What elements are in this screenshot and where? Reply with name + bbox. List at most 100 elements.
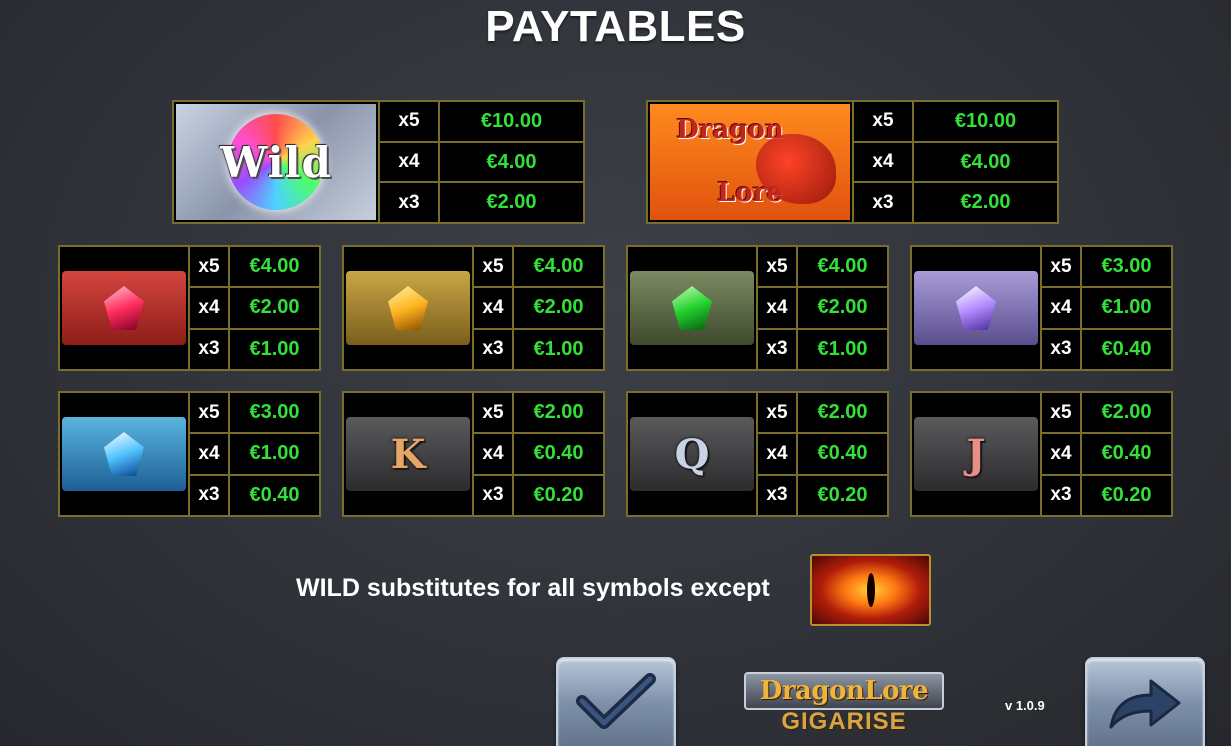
paytable-q: Q x5 €2.00 x4 €0.40 x3 €0.20 <box>626 391 889 517</box>
letter-j: J <box>966 430 986 478</box>
blue-gem-symbol <box>60 393 190 515</box>
version-label: v 1.0.9 <box>1005 698 1045 713</box>
paytable-yellow-gem: x5 €4.00 x4 €2.00 x3 €1.00 <box>342 245 605 371</box>
green-gem-icon <box>672 286 712 330</box>
multiplier: x5 <box>190 393 230 433</box>
pay-row: x3 €1.00 <box>758 329 887 369</box>
pay-row: x4 €0.40 <box>474 434 603 476</box>
multiplier: x4 <box>474 288 514 328</box>
next-button[interactable] <box>1085 657 1205 746</box>
payout: €0.40 <box>1101 337 1152 360</box>
multiplier: x5 <box>758 393 798 433</box>
multiplier: x3 <box>380 183 440 223</box>
multiplier: x5 <box>854 102 914 141</box>
pay-row: x4 €1.00 <box>190 434 319 476</box>
pay-row: x4 €2.00 <box>758 288 887 330</box>
blue-gem-icon <box>104 432 144 476</box>
pay-row: x3 €2.00 <box>380 183 583 223</box>
multiplier: x3 <box>758 329 798 369</box>
payout: €10.00 <box>480 109 543 132</box>
payout: €4.00 <box>533 255 584 278</box>
multiplier: x5 <box>1042 247 1082 287</box>
payout: €2.00 <box>533 296 584 319</box>
multiplier: x4 <box>758 288 798 328</box>
payout: €3.00 <box>249 401 300 424</box>
multiplier: x3 <box>190 475 230 515</box>
multiplier: x5 <box>758 247 798 287</box>
red-gem-symbol <box>60 247 190 369</box>
pay-row: x3 €1.00 <box>190 329 319 369</box>
multiplier: x4 <box>758 434 798 474</box>
pay-row: x5 €2.00 <box>1042 393 1171 435</box>
pay-row: x3 €0.40 <box>1042 329 1171 369</box>
payout: €1.00 <box>1101 296 1152 319</box>
payout: €4.00 <box>817 255 868 278</box>
q-symbol: Q <box>628 393 758 515</box>
multiplier: x3 <box>758 475 798 515</box>
payout: €2.00 <box>533 401 584 424</box>
confirm-button[interactable] <box>556 657 676 746</box>
payout: €4.00 <box>486 150 537 173</box>
payout: €4.00 <box>960 150 1011 173</box>
multiplier: x4 <box>380 142 440 182</box>
pay-row: x5 €4.00 <box>190 247 319 289</box>
payout: €0.40 <box>249 483 300 506</box>
multiplier: x5 <box>380 102 440 141</box>
payout: €2.00 <box>817 296 868 319</box>
wild-substitution-note: WILD substitutes for all symbols except <box>296 574 770 602</box>
multiplier: x5 <box>190 247 230 287</box>
payout: €2.00 <box>817 401 868 424</box>
multiplier: x3 <box>474 329 514 369</box>
payout: €10.00 <box>954 109 1017 132</box>
rainbow-orb-icon: Wild <box>220 114 331 210</box>
payout: €4.00 <box>249 255 300 278</box>
pay-row: x5 €2.00 <box>474 393 603 435</box>
pay-row: x4 €2.00 <box>190 288 319 330</box>
letter-k: K <box>390 430 426 478</box>
payout: €0.20 <box>817 483 868 506</box>
pay-row: x5 €10.00 <box>854 102 1057 143</box>
multiplier: x4 <box>854 142 914 182</box>
multiplier: x5 <box>474 247 514 287</box>
pay-row: x5 €3.00 <box>190 393 319 435</box>
multiplier: x5 <box>474 393 514 433</box>
payout: €2.00 <box>249 296 300 319</box>
payout: €2.00 <box>486 191 537 214</box>
paytable-purple-gem: x5 €3.00 x4 €1.00 x3 €0.40 <box>910 245 1173 371</box>
multiplier: x4 <box>1042 434 1082 474</box>
wild-label: Wild <box>220 137 332 187</box>
k-symbol: K <box>344 393 474 515</box>
pay-row: x5 €2.00 <box>758 393 887 435</box>
pay-row: x3 €1.00 <box>474 329 603 369</box>
multiplier: x3 <box>1042 475 1082 515</box>
multiplier: x3 <box>854 183 914 223</box>
pay-row: x5 €4.00 <box>474 247 603 289</box>
payout: €3.00 <box>1101 255 1152 278</box>
pay-row: x3 €0.20 <box>474 475 603 515</box>
pay-row: x4 €2.00 <box>474 288 603 330</box>
pay-row: x4 €0.40 <box>758 434 887 476</box>
payout: €0.20 <box>533 483 584 506</box>
multiplier: x5 <box>1042 393 1082 433</box>
arrow-right-icon <box>1109 679 1181 729</box>
pay-row: x4 €1.00 <box>1042 288 1171 330</box>
multiplier: x3 <box>474 475 514 515</box>
paytable-red-gem: x5 €4.00 x4 €2.00 x3 €1.00 <box>58 245 321 371</box>
letter-q: Q <box>674 430 710 478</box>
paytable-dragon-lore: Dragon Lore x5 €10.00 x4 €4.00 x3 €2.00 <box>646 100 1059 224</box>
pay-row: x4 €0.40 <box>1042 434 1171 476</box>
payout: €1.00 <box>533 337 584 360</box>
wild-symbol: Wild <box>174 102 380 222</box>
paytable-green-gem: x5 €4.00 x4 €2.00 x3 €1.00 <box>626 245 889 371</box>
purple-gem-symbol <box>912 247 1042 369</box>
dragon-eye-icon <box>810 554 931 626</box>
payout: €2.00 <box>1101 401 1152 424</box>
multiplier: x3 <box>190 329 230 369</box>
payout: €0.20 <box>1101 483 1152 506</box>
payout: €2.00 <box>960 191 1011 214</box>
payout: €0.40 <box>817 442 868 465</box>
green-gem-symbol <box>628 247 758 369</box>
paytable-blue-gem: x5 €3.00 x4 €1.00 x3 €0.40 <box>58 391 321 517</box>
pay-row: x5 €4.00 <box>758 247 887 289</box>
yellow-gem-symbol <box>344 247 474 369</box>
